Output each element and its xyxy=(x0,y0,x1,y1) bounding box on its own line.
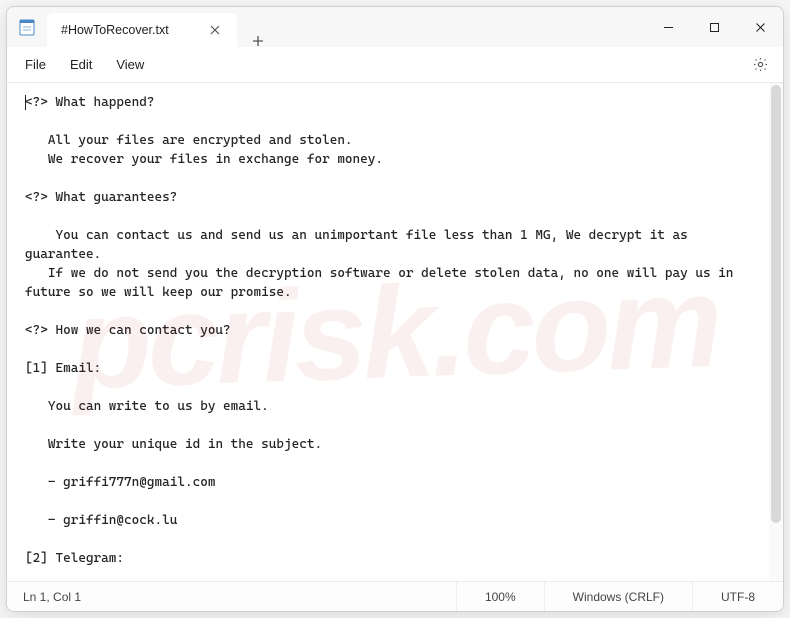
editor-area: <?> What happend? All your files are enc… xyxy=(7,83,783,581)
menu-file[interactable]: File xyxy=(13,51,58,78)
vertical-scrollbar[interactable] xyxy=(769,83,783,581)
close-button[interactable] xyxy=(737,7,783,47)
titlebar[interactable]: #HowToRecover.txt xyxy=(7,7,783,47)
new-tab-button[interactable] xyxy=(241,35,275,47)
titlebar-drag-area[interactable] xyxy=(275,7,645,47)
menu-bar: File Edit View xyxy=(7,47,783,83)
minimize-button[interactable] xyxy=(645,7,691,47)
status-zoom[interactable]: 100% xyxy=(456,582,544,611)
window-controls xyxy=(645,7,783,47)
notepad-window: #HowToRecover.txt File Edit View xyxy=(6,6,784,612)
menu-edit[interactable]: Edit xyxy=(58,51,104,78)
tab-title: #HowToRecover.txt xyxy=(61,23,203,37)
tab-active[interactable]: #HowToRecover.txt xyxy=(47,13,237,47)
settings-button[interactable] xyxy=(743,50,777,80)
menu-view[interactable]: View xyxy=(104,51,156,78)
status-line-ending[interactable]: Windows (CRLF) xyxy=(544,582,692,611)
tab-close-button[interactable] xyxy=(203,18,227,42)
status-bar: Ln 1, Col 1 100% Windows (CRLF) UTF-8 xyxy=(7,581,783,611)
status-position[interactable]: Ln 1, Col 1 xyxy=(7,590,456,604)
tab-bar: #HowToRecover.txt xyxy=(47,7,275,47)
notepad-app-icon xyxy=(7,7,47,47)
maximize-button[interactable] xyxy=(691,7,737,47)
scrollbar-thumb[interactable] xyxy=(771,85,781,523)
status-encoding[interactable]: UTF-8 xyxy=(692,582,783,611)
text-content[interactable]: <?> What happend? All your files are enc… xyxy=(7,83,783,581)
document-text: <?> What happend? All your files are enc… xyxy=(25,95,741,581)
